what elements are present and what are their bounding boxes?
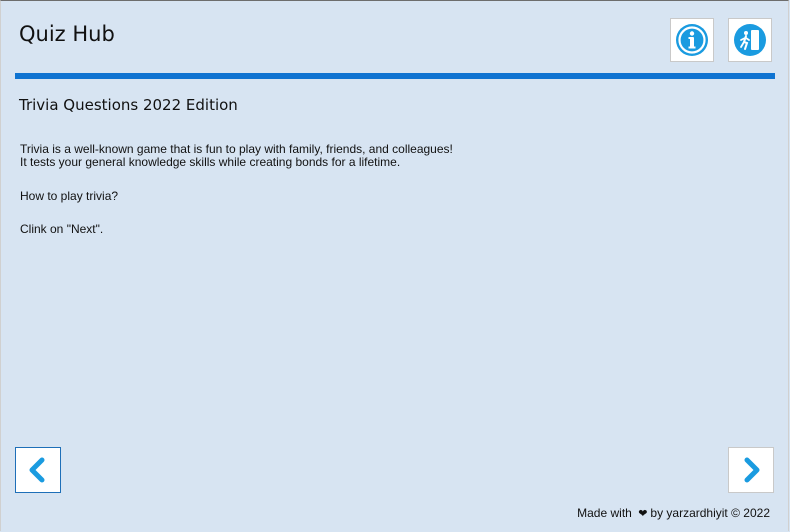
instruction-text: Clink on "Next". (20, 222, 104, 236)
footer-credit: Made with ❤ by yarzardhiyit © 2022 (577, 506, 770, 520)
heart-icon: ❤ (638, 508, 648, 520)
exit-door-icon (734, 24, 766, 56)
page-title: Trivia Questions 2022 Edition (19, 96, 238, 114)
info-button[interactable] (670, 18, 714, 62)
intro-line-2: It tests your general knowledge skills w… (20, 155, 401, 169)
question-text: How to play trivia? (20, 189, 119, 203)
window-frame (0, 0, 789, 531)
footer-author: by yarzardhiyit (650, 506, 728, 520)
previous-button[interactable] (15, 447, 61, 493)
exit-button[interactable] (728, 18, 772, 62)
footer-copyright: © 2022 (731, 506, 770, 520)
chevron-left-icon (29, 457, 45, 483)
chevron-right-icon (744, 457, 760, 483)
app-title: Quiz Hub (19, 22, 115, 46)
accent-divider (15, 73, 775, 79)
next-button[interactable] (728, 447, 774, 493)
info-icon (676, 24, 708, 56)
footer-made-with: Made with (577, 506, 632, 520)
